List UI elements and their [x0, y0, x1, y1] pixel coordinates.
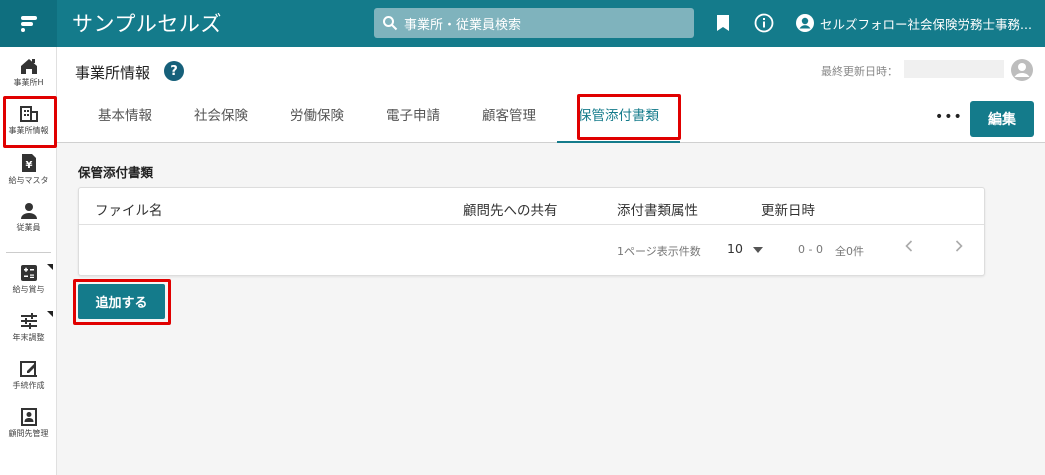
- column-header-attachment-attribute[interactable]: 添付書類属性: [617, 199, 698, 219]
- column-header-updated-at[interactable]: 更新日時: [761, 199, 815, 219]
- sidebar-item-procedures[interactable]: 手続作成: [0, 360, 57, 391]
- yen-document-icon: ¥: [21, 154, 36, 172]
- page-title: 事業所情報: [75, 64, 151, 82]
- info-icon[interactable]: [753, 12, 775, 34]
- sidebar-item-label: 年末調整: [12, 333, 45, 342]
- top-header: サンプルセルズ 事業所・従業員検索 セルズフォロー社会保険労務士事務...: [0, 0, 1045, 47]
- search-box[interactable]: 事業所・従業員検索: [374, 8, 694, 38]
- previous-page-icon[interactable]: [905, 240, 913, 256]
- tab-customer-management[interactable]: 顧客管理: [461, 95, 557, 143]
- more-menu-icon[interactable]: •••: [935, 109, 963, 125]
- sidebar-item-office-info[interactable]: 事業所情報: [0, 105, 57, 136]
- tab-e-application[interactable]: 電子申請: [365, 95, 461, 143]
- app-title[interactable]: サンプルセルズ: [72, 8, 222, 38]
- contact-card-icon: [20, 408, 37, 426]
- sidebar-item-label: 顧問先管理: [8, 429, 49, 438]
- sidebar-item-label: 給与賞与: [12, 285, 45, 294]
- edit-button[interactable]: 編集: [970, 101, 1034, 137]
- table-divider: [79, 224, 984, 225]
- account-icon[interactable]: [794, 12, 816, 34]
- add-button[interactable]: 追加する: [78, 284, 165, 319]
- search-icon: [383, 16, 398, 31]
- user-name[interactable]: セルズフォロー社会保険労務士事務...: [820, 14, 1032, 33]
- sidebar-item-label: 給与マスタ: [8, 176, 49, 185]
- sidebar-item-client-management[interactable]: 顧問先管理: [0, 408, 57, 439]
- dropdown-arrow-icon: [752, 246, 763, 253]
- sidebar-item-label: 従業員: [16, 223, 41, 232]
- tab-basic-info[interactable]: 基本情報: [77, 95, 173, 143]
- tab-social-insurance[interactable]: 社会保険: [173, 95, 269, 143]
- pagination-total: 全0件: [835, 245, 864, 258]
- help-icon[interactable]: ?: [164, 61, 184, 81]
- avatar[interactable]: [1010, 58, 1034, 82]
- svg-text:¥: ¥: [25, 160, 32, 171]
- logo-icon: [20, 15, 37, 32]
- search-input[interactable]: 事業所・従業員検索: [404, 14, 521, 33]
- column-header-file-name[interactable]: ファイル名: [95, 199, 163, 219]
- submenu-indicator-icon: [47, 311, 53, 317]
- office-home-icon: [20, 59, 37, 74]
- app-logo[interactable]: [0, 0, 57, 47]
- bookmark-icon[interactable]: [712, 12, 734, 34]
- sidebar-item-office-home[interactable]: 事業所H: [0, 57, 57, 88]
- last-updated-label: 最終更新日時：: [821, 65, 898, 78]
- rows-per-page-label: 1ページ表示件数: [617, 245, 701, 258]
- page-header: 事業所情報 ? 最終更新日時： 基本情報 社会保険 労働保険 電子申請 顧客管理…: [57, 47, 1045, 143]
- sidebar-item-salary-master[interactable]: ¥ 給与マスタ: [0, 153, 57, 186]
- tab-bar: 基本情報 社会保険 労働保険 電子申請 顧客管理 保管添付書類: [77, 95, 680, 143]
- sliders-icon: [20, 313, 37, 329]
- sidebar: 事業所H 事業所情報 ¥ 給与マスタ 従業員 給与賞与 年末調整 手続作成 顧問…: [0, 47, 57, 475]
- pagination-range: 0 - 0: [798, 243, 823, 256]
- sidebar-divider: [6, 252, 51, 253]
- calculator-icon: [20, 265, 37, 281]
- rows-per-page-select[interactable]: 10: [727, 241, 763, 256]
- submenu-indicator-icon: [47, 264, 53, 270]
- tab-stored-attachments[interactable]: 保管添付書類: [557, 95, 680, 143]
- sidebar-item-label: 手続作成: [12, 381, 45, 390]
- building-icon: [19, 106, 38, 122]
- person-icon: [20, 203, 37, 219]
- sidebar-item-label: 事業所H: [13, 78, 44, 87]
- edit-form-icon: [19, 361, 37, 377]
- section-title: 保管添付書類: [78, 165, 154, 180]
- sidebar-item-employees[interactable]: 従業員: [0, 202, 57, 233]
- rows-per-page-value: 10: [727, 241, 743, 256]
- last-updated-value: [904, 60, 1004, 78]
- attachments-table: ファイル名 顧問先への共有 添付書類属性 更新日時 1ページ表示件数 10 0 …: [78, 187, 985, 276]
- sidebar-item-label: 事業所情報: [8, 126, 49, 135]
- column-header-client-share[interactable]: 顧問先への共有: [463, 199, 558, 219]
- tab-labor-insurance[interactable]: 労働保険: [269, 95, 365, 143]
- next-page-icon[interactable]: [955, 240, 963, 256]
